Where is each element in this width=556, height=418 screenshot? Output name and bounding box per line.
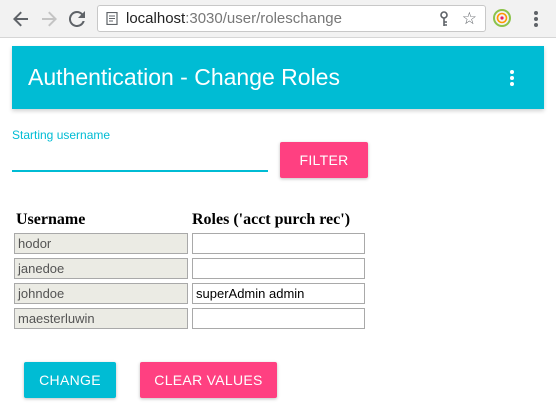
app-bar: Authentication - Change Roles: [12, 46, 544, 109]
extension-icon[interactable]: [493, 9, 511, 27]
url-host: localhost: [126, 10, 186, 27]
change-button[interactable]: CHANGE: [24, 362, 116, 398]
roles-input-janedoe[interactable]: [192, 258, 365, 279]
username-cell-maesterluwin: maesterluwin: [14, 308, 188, 329]
forward-arrow-icon[interactable]: [38, 8, 60, 30]
clear-values-button[interactable]: CLEAR VALUES: [140, 362, 277, 398]
roles-input-johndoe[interactable]: superAdmin admin: [192, 283, 365, 304]
address-bar[interactable]: localhost:3030/user/roleschange ☆: [97, 5, 486, 32]
starting-username-label: Starting username: [12, 128, 111, 142]
star-icon[interactable]: ☆: [462, 9, 477, 29]
address-url: localhost:3030/user/roleschange: [126, 10, 342, 27]
chrome-menu-icon[interactable]: [528, 10, 544, 28]
more-vert-icon[interactable]: [506, 68, 518, 88]
username-cell-hodor: hodor: [14, 233, 188, 254]
roles-input-hodor[interactable]: [192, 233, 365, 254]
username-cell-janedoe: janedoe: [14, 258, 188, 279]
back-arrow-icon[interactable]: [10, 8, 32, 30]
url-path: :3030/user/roleschange: [185, 10, 342, 27]
starting-username-input[interactable]: [12, 144, 268, 172]
roles-input-maesterluwin[interactable]: [192, 308, 365, 329]
username-column-header: Username: [16, 211, 86, 228]
username-cell-johndoe: johndoe: [14, 283, 188, 304]
page-title: Authentication - Change Roles: [28, 64, 340, 90]
key-icon[interactable]: [437, 11, 451, 27]
browser-toolbar: localhost:3030/user/roleschange ☆: [0, 0, 556, 38]
roles-column-header: Roles ('acct purch rec'): [192, 211, 351, 228]
reload-icon[interactable]: [66, 8, 88, 30]
page-info-icon[interactable]: [106, 11, 119, 26]
filter-button[interactable]: FILTER: [280, 142, 368, 178]
